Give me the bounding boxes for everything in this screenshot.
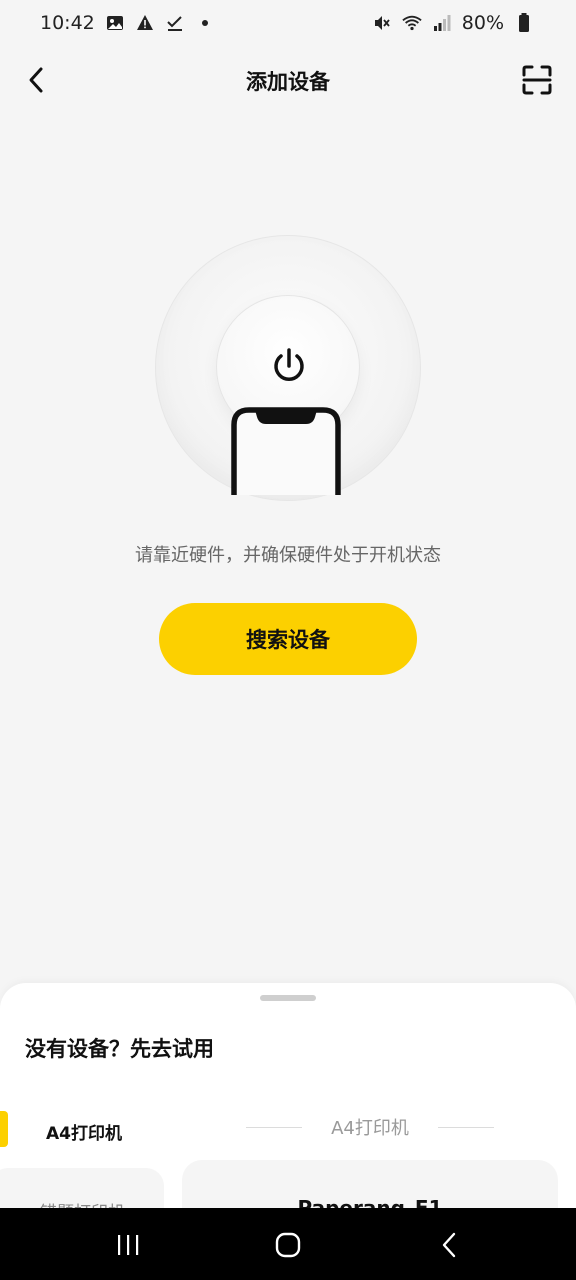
home-button[interactable]	[268, 1230, 308, 1260]
device-illustration	[155, 235, 421, 501]
power-icon	[274, 348, 304, 381]
warning-icon	[135, 13, 155, 33]
scan-icon	[522, 65, 552, 95]
signal-icon	[432, 13, 452, 33]
section-label: A4打印机	[331, 1118, 409, 1139]
sheet-title: 没有设备？先去试用	[25, 1037, 214, 1061]
gallery-icon	[105, 13, 125, 33]
scan-button[interactable]	[520, 62, 554, 98]
section-header: A4打印机	[246, 1115, 494, 1139]
page-title: 添加设备	[246, 70, 330, 94]
hint-text: 请靠近硬件，并确保硬件处于开机状态	[135, 545, 441, 566]
system-nav-bar	[0, 1208, 576, 1280]
sheet-drag-handle[interactable]	[260, 995, 316, 1001]
section-divider-left	[246, 1126, 302, 1128]
check-download-icon	[165, 13, 185, 33]
battery-icon	[514, 13, 534, 33]
battery-percent: 80%	[461, 12, 504, 34]
mute-icon	[372, 13, 392, 33]
status-right: 80%	[372, 12, 534, 34]
header: 添加设备	[0, 52, 576, 108]
recent-apps-button[interactable]	[108, 1230, 148, 1260]
category-active-indicator	[0, 1111, 8, 1147]
status-bar: 10:42 80%	[0, 0, 576, 46]
search-device-button[interactable]: 搜索设备	[159, 603, 417, 675]
phone-icon	[231, 407, 341, 495]
recent-apps-icon	[118, 1235, 139, 1255]
back-arrow-icon	[442, 1232, 456, 1258]
system-back-button[interactable]	[430, 1230, 470, 1260]
wifi-icon	[402, 13, 422, 33]
dot-icon	[195, 13, 215, 33]
section-divider-right	[437, 1126, 494, 1128]
home-icon	[275, 1232, 301, 1258]
status-time: 10:42	[40, 12, 95, 34]
category-item-a4-printer[interactable]: A4打印机	[46, 1119, 122, 1144]
status-left: 10:42	[40, 12, 215, 34]
